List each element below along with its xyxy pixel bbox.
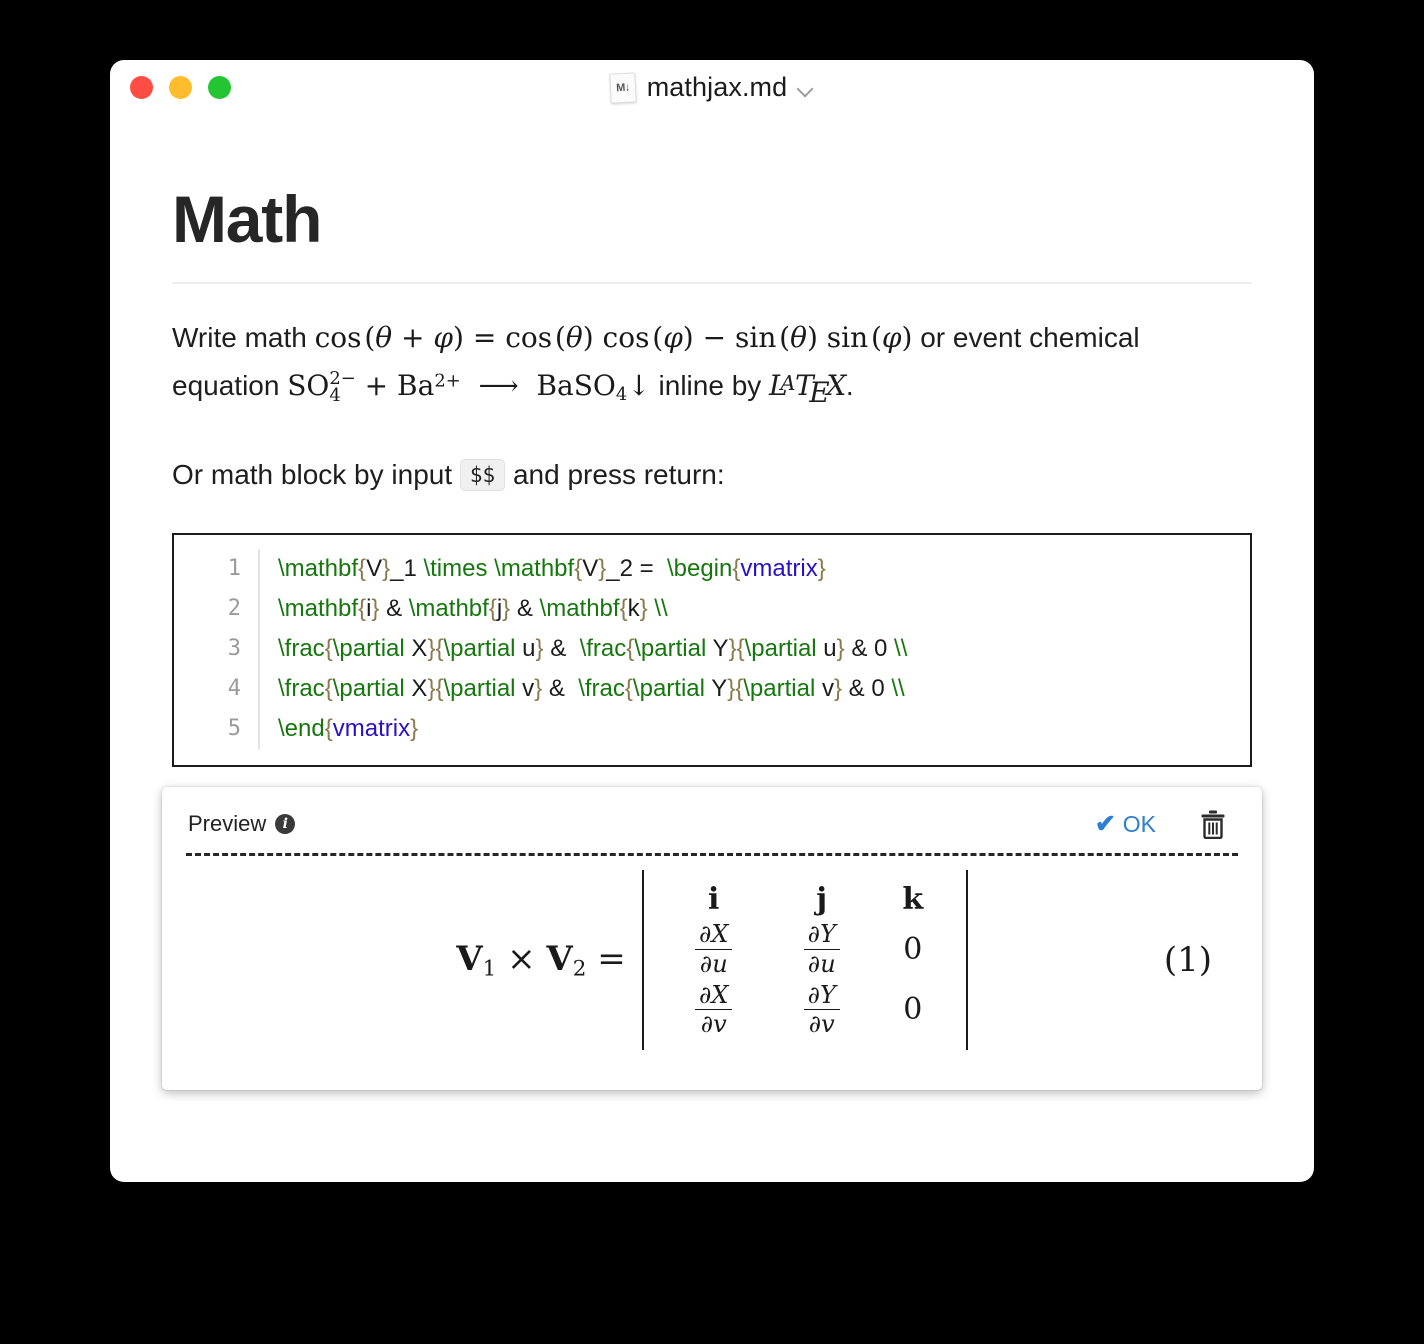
markdown-file-icon: M↓ [608, 71, 637, 104]
document-title: mathjax.md [646, 72, 788, 102]
determinant-matrix: i j k ∂X ∂u ∂Y ∂u 0 ∂X ∂v ∂Y ∂v 0 [644, 882, 966, 1039]
code-line[interactable]: \mathbf{V}_1 \times \mathbf{V}_2 = \begi… [278, 549, 1250, 589]
page-title: Math [172, 182, 322, 256]
matrix-cell-dYdv: ∂Y ∂v [803, 981, 840, 1039]
trash-icon[interactable] [1200, 809, 1226, 840]
vector-v2: V [546, 938, 573, 979]
vector-v2-subscript: 2 [572, 956, 587, 982]
inline-math-chemistry: SO 2− 4 + Ba2+ ⟶ BaSO4↓ [287, 367, 651, 406]
document-title-group: M↓ mathjax.md [110, 71, 1314, 104]
dollar-dollar-kbd: $$ [459, 458, 506, 491]
check-icon: ✔ [1094, 809, 1116, 838]
vector-v1: V [456, 938, 483, 979]
matrix-cell-zero-1: 0 [903, 931, 923, 967]
paragraph-inline-math: Write math cos (θ + φ) = cos (θ) cos (φ)… [172, 314, 1252, 417]
line-number: 3 [227, 636, 241, 662]
document-body: Math Write math cos (θ + φ) = cos (θ) co… [110, 182, 1314, 1091]
line-number: 4 [227, 676, 241, 702]
minimize-button[interactable] [169, 76, 192, 99]
matrix-cell-dYdu: ∂Y ∂u [803, 920, 840, 978]
paragraph1-tail-before-logo: inline by [650, 370, 770, 402]
code-line[interactable]: \frac{\partial X}{\partial v} & \frac{\p… [278, 669, 1250, 709]
preview-label: Preview [188, 811, 267, 837]
line-number: 5 [227, 716, 241, 742]
times-operator: × [507, 938, 536, 979]
code-lines[interactable]: \mathbf{V}_1 \times \mathbf{V}_2 = \begi… [260, 549, 1250, 749]
equals-operator: = [597, 938, 626, 979]
equation-number: (1) [1163, 940, 1212, 981]
paragraph1-tail: . [845, 370, 854, 402]
maximize-button[interactable] [208, 76, 231, 99]
code-line[interactable]: \end{vmatrix} [278, 709, 1250, 749]
line-number: 1 [227, 556, 241, 582]
inline-math-trig: cos (θ + φ) = cos (θ) cos (φ) − sin (θ) … [314, 320, 913, 354]
heading-divider [172, 281, 1252, 284]
code-line[interactable]: \mathbf{i} & \mathbf{j} & \mathbf{k} \\ [278, 589, 1250, 629]
info-icon[interactable]: i [275, 814, 296, 835]
paragraph2-after: and press return: [505, 458, 725, 490]
ok-button-label: OK [1122, 810, 1156, 837]
matrix-cell-dXdu: ∂X ∂u [694, 920, 733, 978]
chevron-down-icon[interactable] [798, 82, 814, 98]
matrix-cell-k: k [902, 881, 924, 917]
matrix-cell-j: j [816, 881, 828, 917]
paragraph2-before: Or math block by input [172, 458, 460, 490]
line-number: 2 [227, 596, 241, 622]
ok-button[interactable]: ✔ OK [1095, 811, 1156, 838]
latex-logo: LATEX [769, 369, 846, 409]
matrix-cell-i: i [708, 881, 720, 917]
matrix-cell-dXdv: ∂X ∂v [694, 981, 733, 1039]
line-number-gutter: 1 2 3 4 5 [174, 549, 260, 750]
app-window: M↓ mathjax.md Math Write math cos (θ + φ… [110, 60, 1314, 1182]
titlebar: M↓ mathjax.md [110, 60, 1314, 118]
preview-header: Preview i ✔ OK [184, 807, 1240, 841]
math-preview-panel: Preview i ✔ OK V1 × V2 = i j k ∂X ∂u ∂Y … [162, 787, 1262, 1091]
math-code-editor[interactable]: 1 2 3 4 5 \mathbf{V}_1 \times \mathbf{V}… [172, 533, 1252, 768]
code-line[interactable]: \frac{\partial X}{\partial u} & \frac{\p… [278, 629, 1250, 669]
rendered-equation: V1 × V2 = i j k ∂X ∂u ∂Y ∂u 0 ∂X ∂v ∂Y ∂… [184, 856, 1240, 1064]
paragraph-math-block-hint: Or math block by input $$ and press retu… [172, 451, 1252, 499]
paragraph1-lead: Write math [172, 321, 315, 353]
vector-v1-subscript: 1 [482, 956, 497, 982]
equation-left-hand-side: V1 × V2 = [456, 939, 625, 981]
matrix-cell-zero-2: 0 [903, 992, 923, 1028]
determinant-bar-right [965, 870, 968, 1051]
close-button[interactable] [130, 76, 153, 99]
